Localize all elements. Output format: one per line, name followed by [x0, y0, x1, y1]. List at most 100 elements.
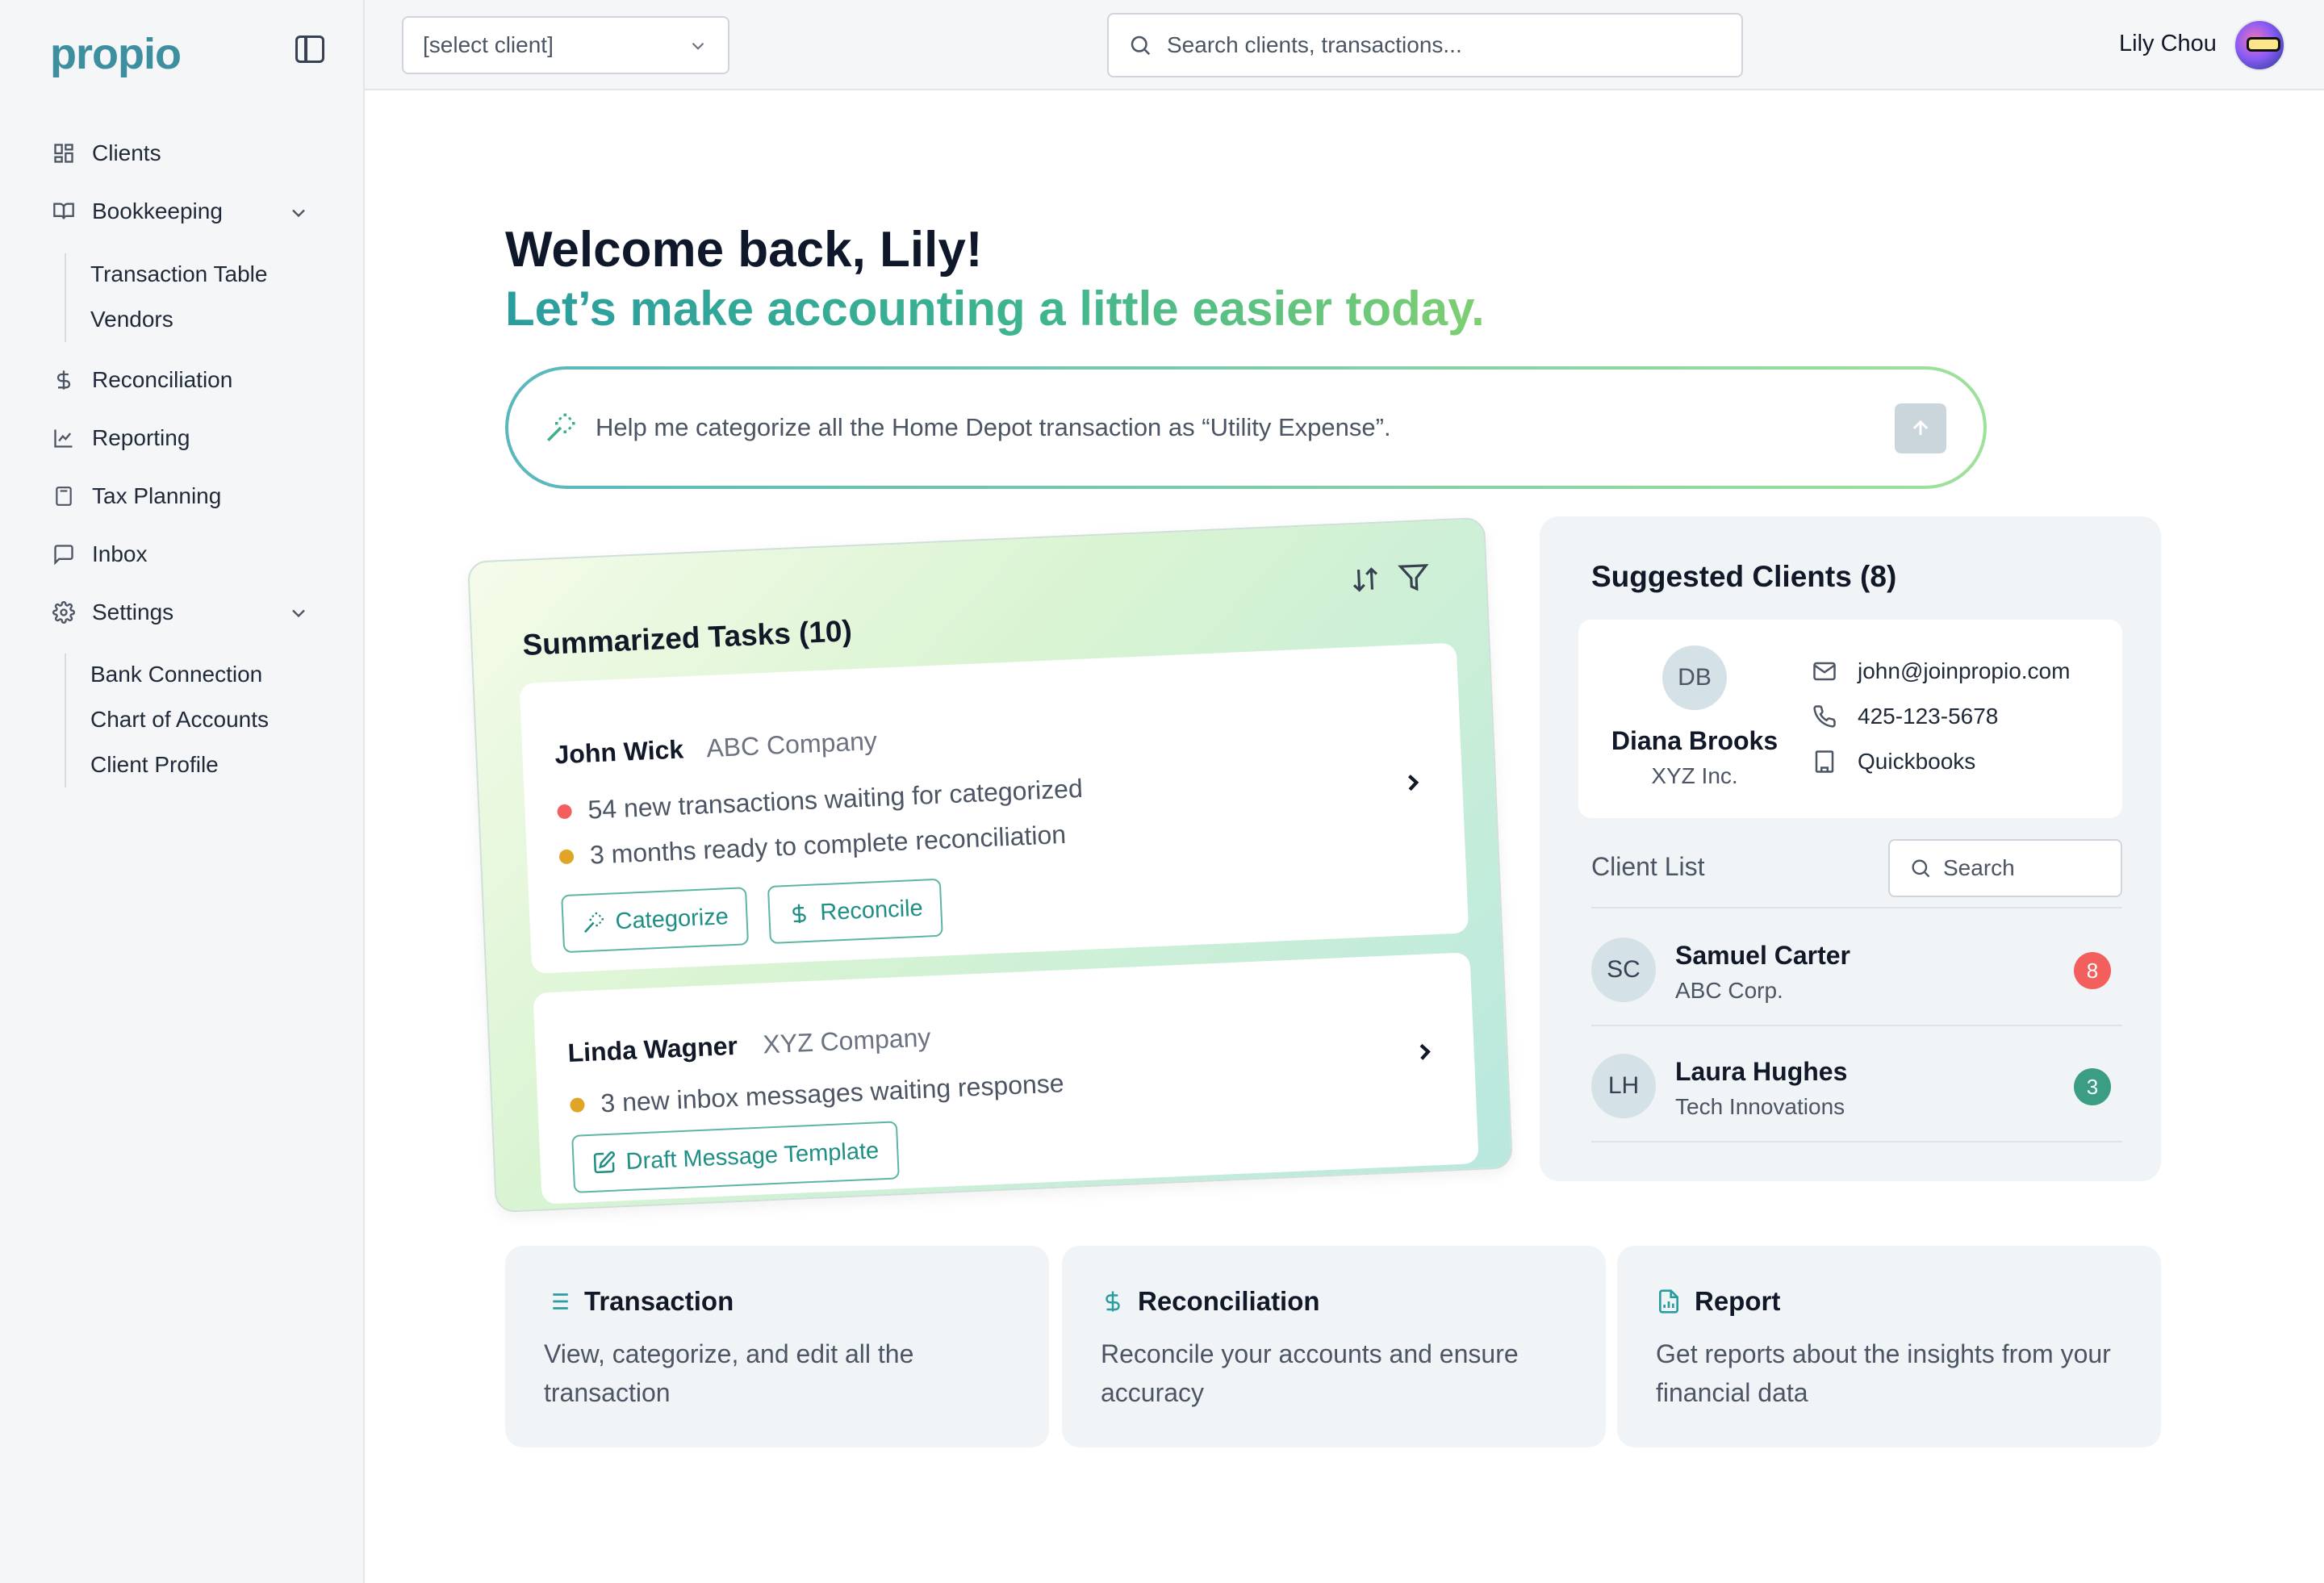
categorize-button[interactable]: Categorize [561, 887, 750, 954]
chart-line-icon [52, 426, 76, 450]
grid-icon [52, 141, 76, 165]
global-search-input[interactable]: Search clients, transactions... [1107, 13, 1743, 77]
calculator-icon [52, 484, 76, 508]
featured-client-company: XYZ Inc. [1651, 763, 1738, 788]
report-file-icon [1656, 1287, 1682, 1316]
task-line: 54 new transactions waiting for categori… [557, 774, 1084, 826]
draft-message-template-button[interactable]: Draft Message Template [571, 1121, 900, 1193]
featured-client-software: Quickbooks [1812, 749, 1975, 775]
sort-icon[interactable] [1349, 564, 1381, 596]
send-button[interactable] [1895, 403, 1946, 453]
client-select-value: [select client] [423, 32, 554, 57]
building-icon [1812, 750, 1841, 774]
sidebar-item-bookkeeping[interactable]: Bookkeeping [52, 198, 223, 224]
ai-prompt-box[interactable]: Help me categorize all the Home Depot tr… [505, 366, 1987, 489]
suggested-clients-title: Suggested Clients (8) [1591, 560, 1897, 593]
task-line-text: 3 months ready to complete reconciliatio… [589, 819, 1067, 870]
sidebar-item-tax-planning[interactable]: Tax Planning [52, 483, 221, 509]
feature-card-header: Transaction [544, 1286, 734, 1317]
featured-client-phone-text: 425-123-5678 [1858, 704, 1999, 729]
client-company: Tech Innovations [1675, 1094, 1845, 1119]
client-list-item[interactable]: SC Samuel Carter ABC Corp. 8 [1591, 910, 2122, 1025]
avatar: LH [1591, 1054, 1656, 1118]
magic-wand-icon [581, 910, 606, 935]
tasks-toolbar [1349, 562, 1430, 595]
filter-icon[interactable] [1398, 562, 1430, 594]
task-item[interactable]: Linda Wagner XYZ Company 3 new inbox mes… [533, 952, 1479, 1205]
featured-client-email-text: john@joinpropio.com [1858, 658, 2071, 683]
chevron-down-icon[interactable] [287, 202, 310, 224]
feature-card-transaction[interactable]: Transaction View, categorize, and edit a… [505, 1246, 1049, 1447]
feature-card-header: Reconciliation [1101, 1286, 1320, 1317]
feature-card-reconciliation[interactable]: Reconciliation Reconcile your accounts a… [1062, 1246, 1606, 1447]
sidebar-item-clients[interactable]: Clients [52, 140, 161, 166]
reconcile-label: Reconcile [819, 895, 924, 925]
sidebar-subitem-vendors[interactable]: Vendors [90, 307, 173, 332]
task-client-name: John Wick [554, 734, 684, 770]
sidebar-subitem-bank-connection[interactable]: Bank Connection [90, 662, 262, 687]
client-list-item[interactable]: LH Laura Hughes Tech Innovations 3 [1591, 1026, 2122, 1141]
sidebar-item-reconciliation[interactable]: Reconciliation [52, 367, 232, 393]
notification-badge: 8 [2074, 952, 2111, 989]
sidebar-subitem-chart-of-accounts[interactable]: Chart of Accounts [90, 707, 269, 733]
task-item[interactable]: John Wick ABC Company 54 new transaction… [519, 642, 1469, 974]
featured-client-card[interactable]: DB Diana Brooks XYZ Inc. john@joinpropio… [1578, 620, 2122, 818]
dollar-icon [788, 901, 811, 926]
sidebar: propio Clients Bookkeeping Transaction T… [0, 0, 365, 1583]
sidebar-item-label: Inbox [92, 541, 148, 566]
feature-card-header: Report [1656, 1286, 1780, 1317]
sidebar-toggle-icon[interactable] [295, 36, 324, 63]
client-list-label: Client List [1591, 852, 1705, 881]
task-line-text: 3 new inbox messages waiting response [600, 1068, 1065, 1118]
avatar[interactable] [2234, 19, 2285, 71]
edit-icon [591, 1151, 617, 1176]
ai-prompt-input[interactable]: Help me categorize all the Home Depot tr… [508, 370, 1983, 486]
featured-client-email[interactable]: john@joinpropio.com [1812, 658, 2070, 684]
magic-wand-icon [547, 413, 575, 441]
chevron-down-icon[interactable] [287, 602, 310, 624]
sidebar-item-reporting[interactable]: Reporting [52, 425, 190, 451]
chevron-right-icon[interactable] [1411, 1038, 1439, 1066]
feature-card-report[interactable]: Report Get reports about the insights fr… [1617, 1246, 2161, 1447]
featured-client-phone[interactable]: 425-123-5678 [1812, 704, 1998, 729]
logo[interactable]: propio [50, 29, 182, 79]
sidebar-item-inbox[interactable]: Inbox [52, 541, 148, 567]
sidebar-item-label: Clients [92, 140, 161, 165]
sidebar-item-settings[interactable]: Settings [52, 599, 173, 625]
sidebar-subitem-client-profile[interactable]: Client Profile [90, 752, 219, 778]
task-client-company: XYZ Company [762, 1022, 932, 1059]
chevron-right-icon[interactable] [1398, 768, 1427, 796]
client-name: Laura Hughes [1675, 1057, 1848, 1086]
dollar-icon [52, 368, 76, 392]
bookkeeping-subnav [65, 253, 66, 342]
featured-client-software-text: Quickbooks [1858, 749, 1976, 774]
client-list-search-input[interactable]: Search [1888, 839, 2122, 897]
tasks-title: Summarized Tasks (10) [521, 614, 853, 662]
client-name: Samuel Carter [1675, 941, 1850, 970]
settings-subnav [65, 654, 66, 787]
divider [1591, 1141, 2122, 1142]
task-client-company: ABC Company [705, 725, 878, 763]
status-dot-red [557, 804, 572, 819]
mail-icon [1812, 659, 1841, 683]
featured-client-name: Diana Brooks [1611, 726, 1779, 755]
reconcile-button[interactable]: Reconcile [767, 878, 944, 945]
tagline: Let’s make accounting a little easier to… [505, 282, 1485, 336]
categorize-label: Categorize [614, 903, 729, 934]
notification-badge: 3 [2074, 1068, 2111, 1105]
status-dot-amber [570, 1096, 585, 1113]
sidebar-item-label: Bookkeeping [92, 198, 223, 223]
list-icon [544, 1288, 571, 1315]
avatar: SC [1591, 938, 1656, 1002]
user-name[interactable]: Lily Chou [2119, 31, 2217, 57]
sidebar-item-label: Tax Planning [92, 483, 222, 508]
feature-card-description: Reconcile your accounts and ensure accur… [1101, 1339, 1519, 1407]
search-icon [1912, 859, 1930, 878]
search-icon [1131, 36, 1151, 56]
client-company: ABC Corp. [1675, 978, 1783, 1003]
client-select[interactable]: [select client] [402, 16, 729, 74]
task-line-text: 54 new transactions waiting for categori… [587, 773, 1084, 825]
feature-card-description: View, categorize, and edit all the trans… [544, 1339, 914, 1407]
feature-card-description: Get reports about the insights from your… [1656, 1339, 2111, 1407]
sidebar-subitem-transaction-table[interactable]: Transaction Table [90, 261, 267, 287]
